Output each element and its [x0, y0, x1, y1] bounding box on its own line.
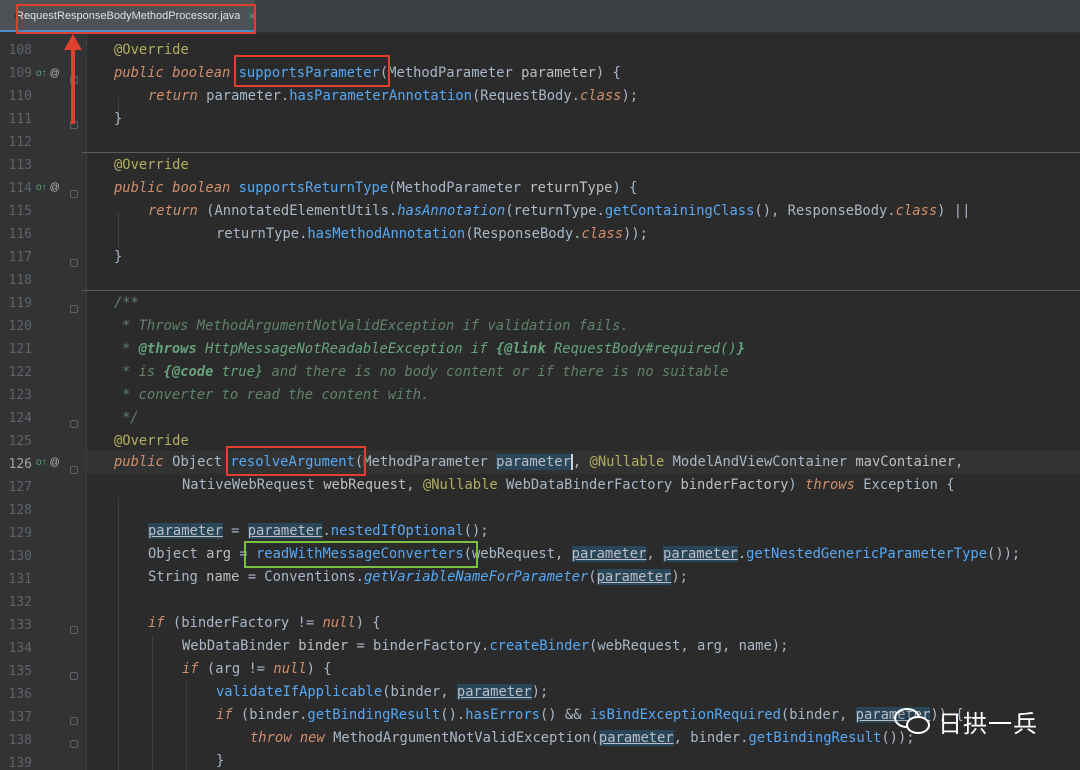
code-line-123: * converter to read the content with.: [122, 387, 430, 403]
code-line-117: }: [114, 249, 123, 265]
code-line-135: if (arg != null) {: [182, 661, 332, 677]
annotation-arrow: [71, 48, 75, 124]
read-with-message-converters-highlight-box: [244, 541, 478, 568]
code-line-114: public boolean supportsReturnType(Method…: [114, 180, 638, 196]
code-line-139: }: [216, 753, 225, 769]
wechat-icon: [892, 704, 932, 738]
code-line-125: @Override: [114, 433, 189, 449]
code-line-122: * is {@code true} and there is no body c…: [122, 364, 729, 380]
tab-highlight-box: [16, 4, 256, 34]
watermark: 日拱一兵: [892, 694, 1038, 748]
code-line-108: @Override: [114, 42, 189, 58]
code-line-138: throw new MethodArgumentNotValidExceptio…: [250, 730, 915, 746]
code-line-111: }: [114, 111, 123, 127]
watermark-text: 日拱一兵: [938, 709, 1038, 738]
code-line-137: if (binder.getBindingResult().hasErrors(…: [216, 707, 964, 723]
code-area[interactable]: @Override public boolean supportsParamet…: [0, 0, 1080, 770]
ide-editor-window: RequestResponseBodyMethodProcessor.java …: [0, 0, 1080, 770]
code-line-127: NativeWebRequest webRequest, @Nullable W…: [182, 477, 955, 493]
code-line-136: validateIfApplicable(binder, parameter);: [216, 684, 549, 700]
supports-parameter-highlight-box: [234, 55, 390, 87]
code-line-120: * Throws MethodArgumentNotValidException…: [122, 318, 629, 334]
code-line-116: returnType.hasMethodAnnotation(ResponseB…: [216, 226, 648, 242]
code-line-115: return (AnnotatedElementUtils.hasAnnotat…: [148, 203, 971, 219]
code-line-121: * @throws HttpMessageNotReadableExceptio…: [122, 341, 746, 357]
code-line-110: return parameter.hasParameterAnnotation(…: [148, 88, 639, 104]
code-line-119: /**: [114, 295, 139, 311]
resolve-argument-highlight-box: [226, 446, 366, 476]
code-line-113: @Override: [114, 157, 189, 173]
code-line-134: WebDataBinder binder = binderFactory.cre…: [182, 638, 789, 654]
code-line-129: parameter = parameter.nestedIfOptional()…: [148, 523, 489, 539]
code-line-133: if (binderFactory != null) {: [148, 615, 381, 631]
arrow-head-icon: [64, 34, 82, 50]
code-line-124: */: [122, 410, 139, 426]
code-line-131: String name = Conventions.getVariableNam…: [148, 569, 688, 585]
